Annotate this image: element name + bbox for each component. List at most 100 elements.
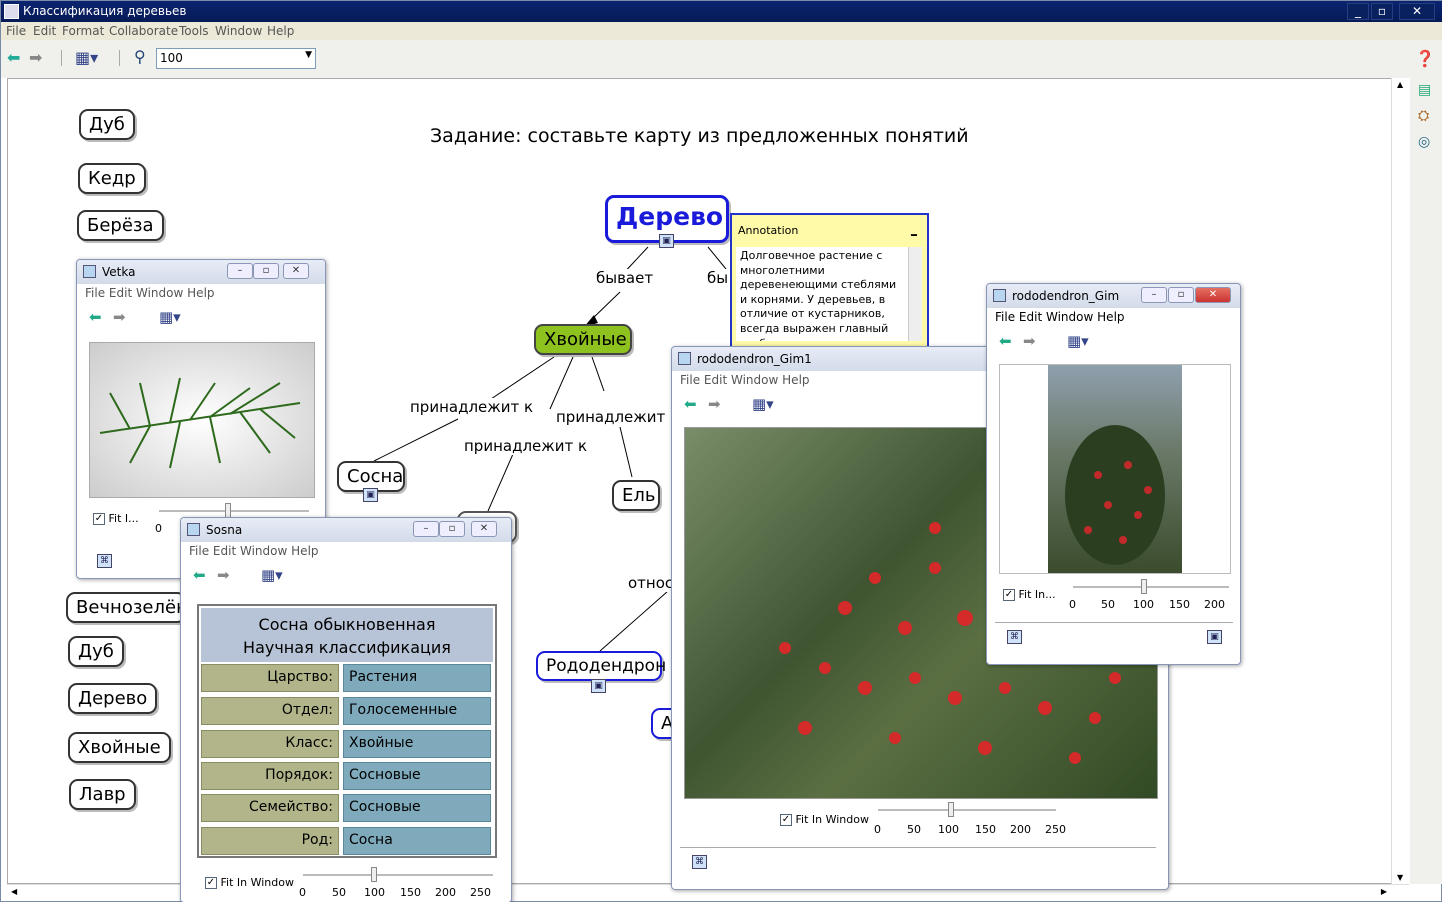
zoom-slider[interactable] (1073, 579, 1229, 594)
concept-dub-2[interactable]: Дуб (68, 636, 124, 667)
menu-help[interactable]: Help (267, 24, 294, 38)
fit-in-window-checkbox[interactable]: ✓ Fit In... (1003, 588, 1056, 601)
resources-icon[interactable]: ⛭ (1418, 108, 1429, 124)
zoom-slider[interactable] (878, 802, 1056, 817)
menu-help[interactable]: Help (291, 544, 318, 558)
pine-branch-drawing (99, 377, 301, 469)
views-icon[interactable]: ▦▾ (752, 395, 774, 413)
minimize-button[interactable]: – (1141, 287, 1167, 303)
forward-arrow-icon[interactable]: ➡ (708, 395, 721, 413)
notes-icon[interactable]: ▤ (1418, 82, 1431, 98)
concept-el[interactable]: Ель (612, 480, 660, 511)
concept-hvoynye-2[interactable]: Хвойные (68, 732, 171, 763)
annotation-text[interactable]: Долговечное растение с многолетними дере… (736, 247, 908, 341)
menu-file[interactable]: File (680, 373, 700, 387)
scale-label: 0 (1069, 598, 1076, 611)
concept-hvoynye[interactable]: Хвойные (534, 324, 632, 355)
menu-help[interactable]: Help (1097, 310, 1124, 324)
minimize-button[interactable]: – (227, 263, 253, 279)
menu-edit[interactable]: Edit (109, 286, 132, 300)
menu-edit[interactable]: Edit (213, 544, 236, 558)
close-button[interactable]: ✕ (1399, 3, 1435, 20)
back-arrow-icon[interactable]: ⬅ (89, 308, 102, 326)
fit-in-window-checkbox[interactable]: ✓ Fit In Window (780, 813, 869, 826)
concept-derevo-2[interactable]: Дерево (68, 683, 158, 714)
back-arrow-icon[interactable]: ⬅ (999, 332, 1012, 350)
forward-arrow-icon[interactable]: ➡ (217, 566, 230, 584)
title-bar: Классификация деревьев _ ▫ ✕ (1, 1, 1442, 22)
image-resource-icon[interactable]: ▣ (659, 234, 674, 248)
hierarchy-icon[interactable]: ⌘ (692, 855, 707, 869)
zoom-select[interactable]: 100 ▼ (156, 48, 316, 69)
menu-format[interactable]: Format (62, 24, 104, 38)
menu-collaborate[interactable]: Collaborate (109, 24, 178, 38)
image-icon[interactable]: ▣ (1207, 630, 1222, 644)
concept-lavr[interactable]: Лавр (69, 779, 136, 810)
views-icon[interactable]: ▦▾ (261, 566, 283, 584)
menu-file[interactable]: File (85, 286, 105, 300)
menu-window[interactable]: Window (1046, 310, 1093, 324)
concept-dub[interactable]: Дуб (79, 109, 135, 140)
minimize-button[interactable]: – (413, 521, 439, 537)
menu-edit[interactable]: Edit (704, 373, 727, 387)
menu-window[interactable]: Window (240, 544, 287, 558)
concept-kedr[interactable]: Кедр (78, 163, 146, 194)
back-arrow-icon[interactable]: ⬅ (7, 48, 20, 67)
views-icon[interactable]: ▦▾ (75, 48, 98, 67)
hierarchy-icon[interactable]: ⌘ (97, 554, 112, 568)
menu-file[interactable]: File (995, 310, 1015, 324)
link-label-byvaet[interactable]: бывает (596, 269, 654, 287)
collaborate-icon[interactable]: ◎ (1418, 134, 1430, 150)
image-resource-icon[interactable]: ▣ (591, 679, 606, 693)
help-icon[interactable]: ❓ (1415, 49, 1435, 68)
maximize-button[interactable]: ▫ (253, 263, 279, 279)
forward-arrow-icon[interactable]: ➡ (1023, 332, 1036, 350)
menu-edit[interactable]: Edit (1019, 310, 1042, 324)
concept-vechnozelenye[interactable]: Вечнозелёны (66, 592, 186, 623)
menu-window[interactable]: Window (731, 373, 778, 387)
back-arrow-icon[interactable]: ⬅ (684, 395, 697, 413)
menu-help[interactable]: Help (187, 286, 214, 300)
link-label-prinadlezhit-3[interactable]: принадлежит к (464, 437, 588, 455)
scroll-down-icon[interactable]: ▼ (1397, 873, 1403, 882)
menu-tools[interactable]: Tools (179, 24, 209, 38)
forward-arrow-icon[interactable]: ➡ (113, 308, 126, 326)
menu-file[interactable]: File (6, 24, 26, 38)
menu-window[interactable]: Window (136, 286, 183, 300)
minimize-button[interactable]: _ (1347, 3, 1369, 20)
menu-file[interactable]: File (189, 544, 209, 558)
collapse-button[interactable]: _ (911, 221, 917, 236)
maximize-button[interactable]: ▫ (1168, 287, 1194, 303)
close-button[interactable]: ✕ (471, 521, 497, 537)
scroll-right-icon[interactable]: ▶ (1381, 887, 1387, 896)
close-button[interactable]: ✕ (1195, 287, 1231, 303)
vertical-scrollbar[interactable]: ▲ ▼ (1391, 78, 1409, 884)
link-label-prinadlezhit-2[interactable]: принадлежит к (556, 408, 680, 426)
maximize-button[interactable]: ▫ (439, 521, 465, 537)
scale-label: 250 (470, 886, 491, 899)
hierarchy-icon[interactable]: ⌘ (1007, 630, 1022, 644)
zoom-slider[interactable] (303, 867, 493, 882)
scroll-left-icon[interactable]: ◀ (11, 887, 17, 896)
maximize-button[interactable]: ▫ (1371, 3, 1393, 20)
image-resource-icon[interactable]: ▣ (363, 488, 378, 502)
views-icon[interactable]: ▦▾ (159, 308, 181, 326)
menu-window[interactable]: Window (215, 24, 262, 38)
fit-in-window-checkbox[interactable]: ✓ Fit I... (93, 512, 139, 525)
link-label-otnos[interactable]: относ (628, 574, 674, 592)
views-icon[interactable]: ▦▾ (1067, 332, 1089, 350)
fit-in-window-checkbox[interactable]: ✓ Fit In Window (205, 876, 294, 889)
link-label-prinadlezhit-1[interactable]: принадлежит к (410, 398, 534, 416)
menu-edit[interactable]: Edit (33, 24, 56, 38)
scroll-up-icon[interactable]: ▲ (1397, 80, 1403, 89)
annotation-scrollbar[interactable] (908, 247, 922, 341)
link-label-by[interactable]: бы (707, 269, 729, 287)
close-button[interactable]: ✕ (283, 263, 309, 279)
zoom-slider[interactable] (159, 503, 309, 518)
menu-help[interactable]: Help (782, 373, 809, 387)
forward-arrow-icon[interactable]: ➡ (29, 48, 42, 67)
scale-label: 50 (1101, 598, 1115, 611)
concept-rododendron[interactable]: Рододендрон (536, 651, 666, 681)
concept-bereza[interactable]: Берёза (77, 210, 164, 241)
back-arrow-icon[interactable]: ⬅ (193, 566, 206, 584)
